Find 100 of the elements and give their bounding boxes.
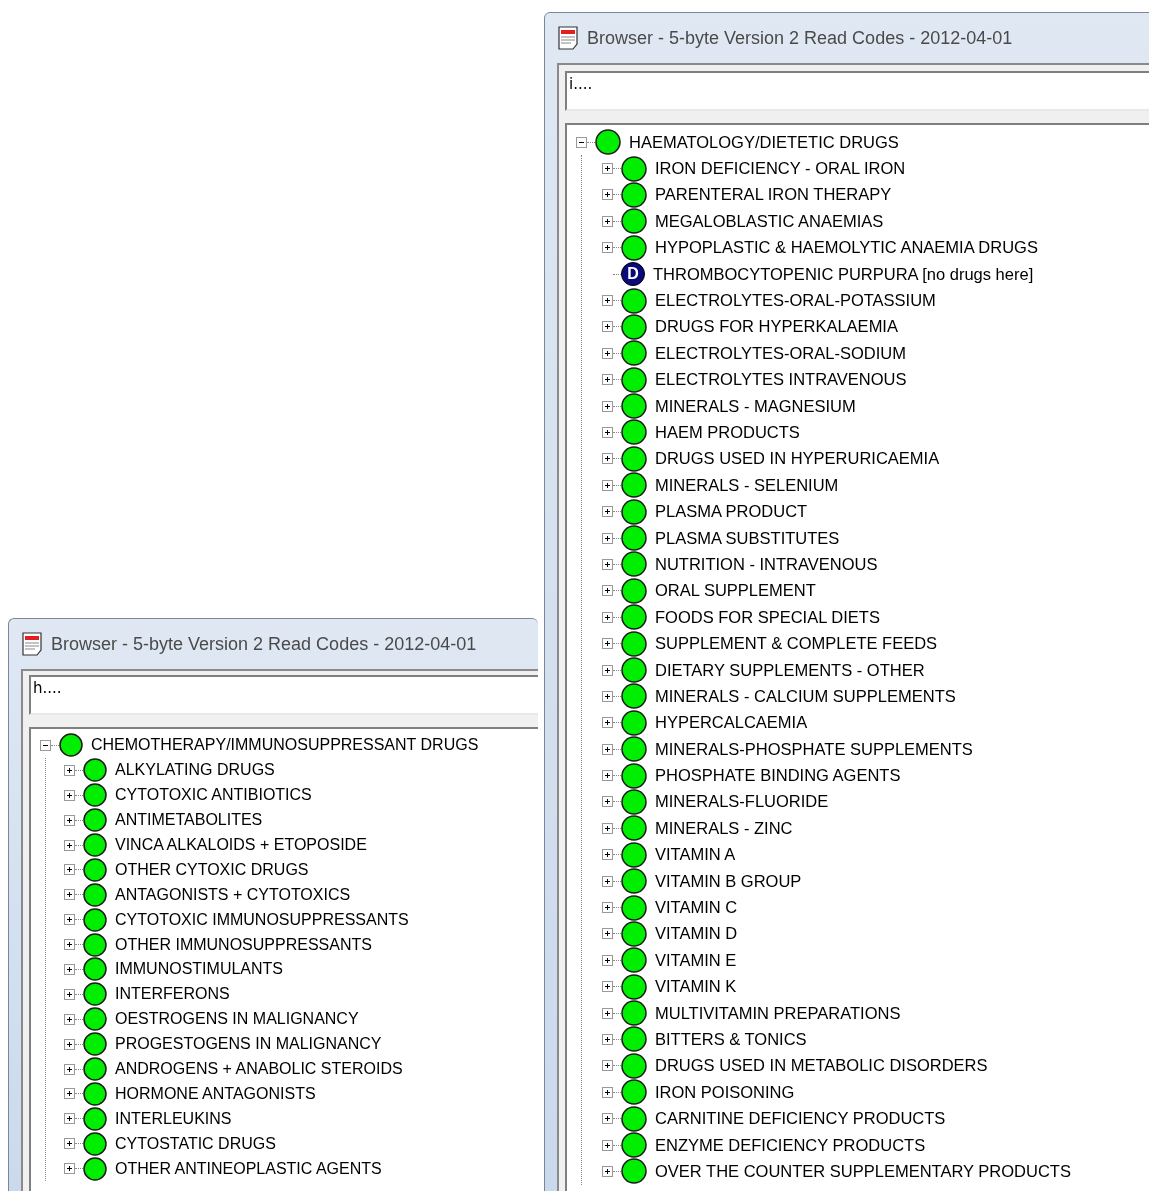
expand-button[interactable] bbox=[601, 1086, 613, 1098]
tree-item-label[interactable]: VITAMIN A bbox=[655, 845, 736, 865]
tree-item-label[interactable]: OTHER CYTOXIC DRUGS bbox=[115, 860, 309, 879]
expand-button[interactable] bbox=[63, 1088, 75, 1100]
expand-button[interactable] bbox=[601, 374, 613, 386]
tree-item-label[interactable]: VITAMIN D bbox=[655, 924, 738, 944]
expand-button[interactable] bbox=[601, 295, 613, 307]
tree-item-label[interactable]: OVER THE COUNTER SUPPLEMENTARY PRODUCTS bbox=[655, 1161, 1071, 1181]
search-field[interactable]: h.... bbox=[29, 675, 538, 715]
expand-button[interactable] bbox=[601, 1165, 613, 1177]
expand-button[interactable] bbox=[601, 479, 613, 491]
expand-button[interactable] bbox=[601, 770, 613, 782]
expand-button[interactable] bbox=[601, 664, 613, 676]
expand-button[interactable] bbox=[601, 400, 613, 412]
tree-item-label[interactable]: IMMUNOSTIMULANTS bbox=[115, 960, 283, 979]
tree-item-label[interactable]: MINERALS - ZINC bbox=[655, 818, 793, 838]
tree-item-label[interactable]: MINERALS-PHOSPHATE SUPPLEMENTS bbox=[655, 739, 973, 759]
tree-item-label[interactable]: ANDROGENS + ANABOLIC STEROIDS bbox=[115, 1060, 403, 1078]
expand-button[interactable] bbox=[63, 914, 75, 926]
tree-item-label[interactable]: SUPPLEMENT & COMPLETE FEEDS bbox=[655, 634, 938, 654]
tree-item-label[interactable]: ANTIMETABOLITES bbox=[115, 811, 263, 830]
tree-item-label[interactable]: HYPOPLASTIC & HAEMOLYTIC ANAEMIA DRUGS bbox=[655, 238, 1038, 258]
tree-item-label[interactable]: MINERALS-FLUORIDE bbox=[655, 792, 829, 812]
expand-button[interactable] bbox=[63, 864, 75, 876]
tree-item-label[interactable]: ELECTROLYTES INTRAVENOUS bbox=[655, 370, 907, 390]
tree-item-label[interactable]: DIETARY SUPPLEMENTS - OTHER bbox=[655, 660, 925, 680]
collapse-button[interactable] bbox=[575, 136, 587, 148]
expand-button[interactable] bbox=[601, 954, 613, 966]
tree-item-label[interactable]: ANTAGONISTS + CYTOTOXICS bbox=[115, 885, 351, 904]
tree-item-label[interactable]: PLASMA PRODUCT bbox=[655, 502, 808, 522]
tree-item-label[interactable]: MINERALS - CALCIUM SUPPLEMENTS bbox=[655, 686, 956, 706]
expand-button[interactable] bbox=[63, 1038, 75, 1050]
tree-item-label[interactable]: BITTERS & TONICS bbox=[655, 1029, 807, 1049]
expand-button[interactable] bbox=[601, 453, 613, 465]
expand-button[interactable] bbox=[63, 1163, 75, 1175]
tree-item-label[interactable]: MEGALOBLASTIC ANAEMIAS bbox=[655, 211, 884, 231]
tree-item-label[interactable]: FOODS FOR SPECIAL DIETS bbox=[655, 607, 880, 627]
expand-button[interactable] bbox=[63, 988, 75, 1000]
expand-button[interactable] bbox=[601, 506, 613, 518]
tree-item-label[interactable]: IRON DEFICIENCY - ORAL IRON bbox=[655, 159, 906, 179]
expand-button[interactable] bbox=[63, 1138, 75, 1150]
tree-item-label[interactable]: ORAL SUPPLEMENT bbox=[655, 581, 816, 601]
expand-button[interactable] bbox=[601, 822, 613, 834]
expand-button[interactable] bbox=[601, 347, 613, 359]
expand-button[interactable] bbox=[601, 849, 613, 861]
tree-item-label[interactable]: IRON POISONING bbox=[655, 1082, 795, 1102]
tree-item-label[interactable]: MINERALS - MAGNESIUM bbox=[655, 396, 856, 416]
expand-button[interactable] bbox=[601, 981, 613, 993]
expand-button[interactable] bbox=[601, 1113, 613, 1125]
expand-button[interactable] bbox=[601, 796, 613, 808]
tree-item-label[interactable]: DRUGS USED IN HYPERURICAEMIA bbox=[655, 449, 940, 469]
tree-item-label[interactable]: VINCA ALKALOIDS + ETOPOSIDE bbox=[115, 836, 367, 854]
expand-button[interactable] bbox=[601, 1139, 613, 1151]
expand-button[interactable] bbox=[601, 163, 613, 175]
collapse-button[interactable] bbox=[39, 739, 51, 751]
tree-item-label[interactable]: VITAMIN B GROUP bbox=[655, 871, 802, 891]
tree-item-label[interactable]: INTERLEUKINS bbox=[115, 1109, 232, 1128]
tree-item-label[interactable]: ENZYME DEFICIENCY PRODUCTS bbox=[655, 1135, 926, 1155]
expand-button[interactable] bbox=[601, 585, 613, 597]
expand-button[interactable] bbox=[63, 1113, 75, 1125]
tree-item-label[interactable]: CHEMOTHERAPY/IMMUNOSUPPRESSANT DRUGS bbox=[91, 736, 479, 755]
tree-item-label[interactable]: HYPERCALCAEMIA bbox=[655, 713, 808, 733]
tree-item-label[interactable]: VITAMIN E bbox=[655, 950, 737, 970]
tree-item-label[interactable]: NUTRITION - INTRAVENOUS bbox=[655, 554, 878, 574]
expand-button[interactable] bbox=[63, 789, 75, 801]
expand-button[interactable] bbox=[601, 743, 613, 755]
tree-item-label[interactable]: THROMBOCYTOPENIC PURPURA [no drugs here] bbox=[653, 264, 1034, 284]
tree-item-label[interactable]: HORMONE ANTAGONISTS bbox=[115, 1084, 316, 1103]
expand-button[interactable] bbox=[63, 939, 75, 951]
expand-button[interactable] bbox=[63, 963, 75, 975]
expand-button[interactable] bbox=[601, 215, 613, 227]
tree-item-label[interactable]: HAEM PRODUCTS bbox=[655, 423, 800, 442]
tree-item-label[interactable]: OTHER ANTINEOPLASTIC AGENTS bbox=[115, 1159, 382, 1178]
tree-item-label[interactable]: INTERFERONS bbox=[115, 985, 230, 1004]
tree-item-label[interactable]: ELECTROLYTES-ORAL-POTASSIUM bbox=[655, 291, 936, 311]
tree-item-label[interactable]: CYTOTOXIC IMMUNOSUPPRESSANTS bbox=[115, 910, 409, 929]
tree-item-label[interactable]: CARNITINE DEFICIENCY PRODUCTS bbox=[655, 1109, 946, 1129]
expand-button[interactable] bbox=[601, 427, 613, 438]
tree-item-label[interactable]: VITAMIN K bbox=[655, 977, 737, 997]
expand-button[interactable] bbox=[63, 889, 75, 901]
tree-item-label[interactable]: PLASMA SUBSTITUTES bbox=[655, 528, 840, 548]
expand-button[interactable] bbox=[601, 902, 613, 913]
tree-item-label[interactable]: DRUGS USED IN METABOLIC DISORDERS bbox=[655, 1056, 988, 1076]
expand-button[interactable] bbox=[601, 1060, 613, 1072]
search-field[interactable]: i.... bbox=[565, 71, 1149, 111]
expand-button[interactable] bbox=[601, 928, 613, 940]
tree-item-label[interactable]: MULTIVITAMIN PREPARATIONS bbox=[655, 1003, 901, 1023]
expand-button[interactable] bbox=[601, 638, 613, 650]
expand-button[interactable] bbox=[601, 611, 613, 623]
tree-item-label[interactable]: OTHER IMMUNOSUPPRESSANTS bbox=[115, 935, 372, 954]
tree-item-label[interactable]: DRUGS FOR HYPERKALAEMIA bbox=[655, 317, 898, 337]
tree-item-label[interactable]: ELECTROLYTES-ORAL-SODIUM bbox=[655, 343, 906, 363]
tree-item-label[interactable]: HAEMATOLOGY/DIETETIC DRUGS bbox=[629, 132, 899, 152]
expand-button[interactable] bbox=[601, 242, 613, 254]
tree-item-label[interactable]: OESTROGENS IN MALIGNANCY bbox=[115, 1010, 359, 1029]
expand-button[interactable] bbox=[63, 1063, 75, 1075]
tree-item-label[interactable]: VITAMIN C bbox=[655, 898, 738, 917]
expand-button[interactable] bbox=[63, 764, 75, 776]
expand-button[interactable] bbox=[601, 321, 613, 333]
tree-item-label[interactable]: MINERALS - SELENIUM bbox=[655, 475, 839, 495]
